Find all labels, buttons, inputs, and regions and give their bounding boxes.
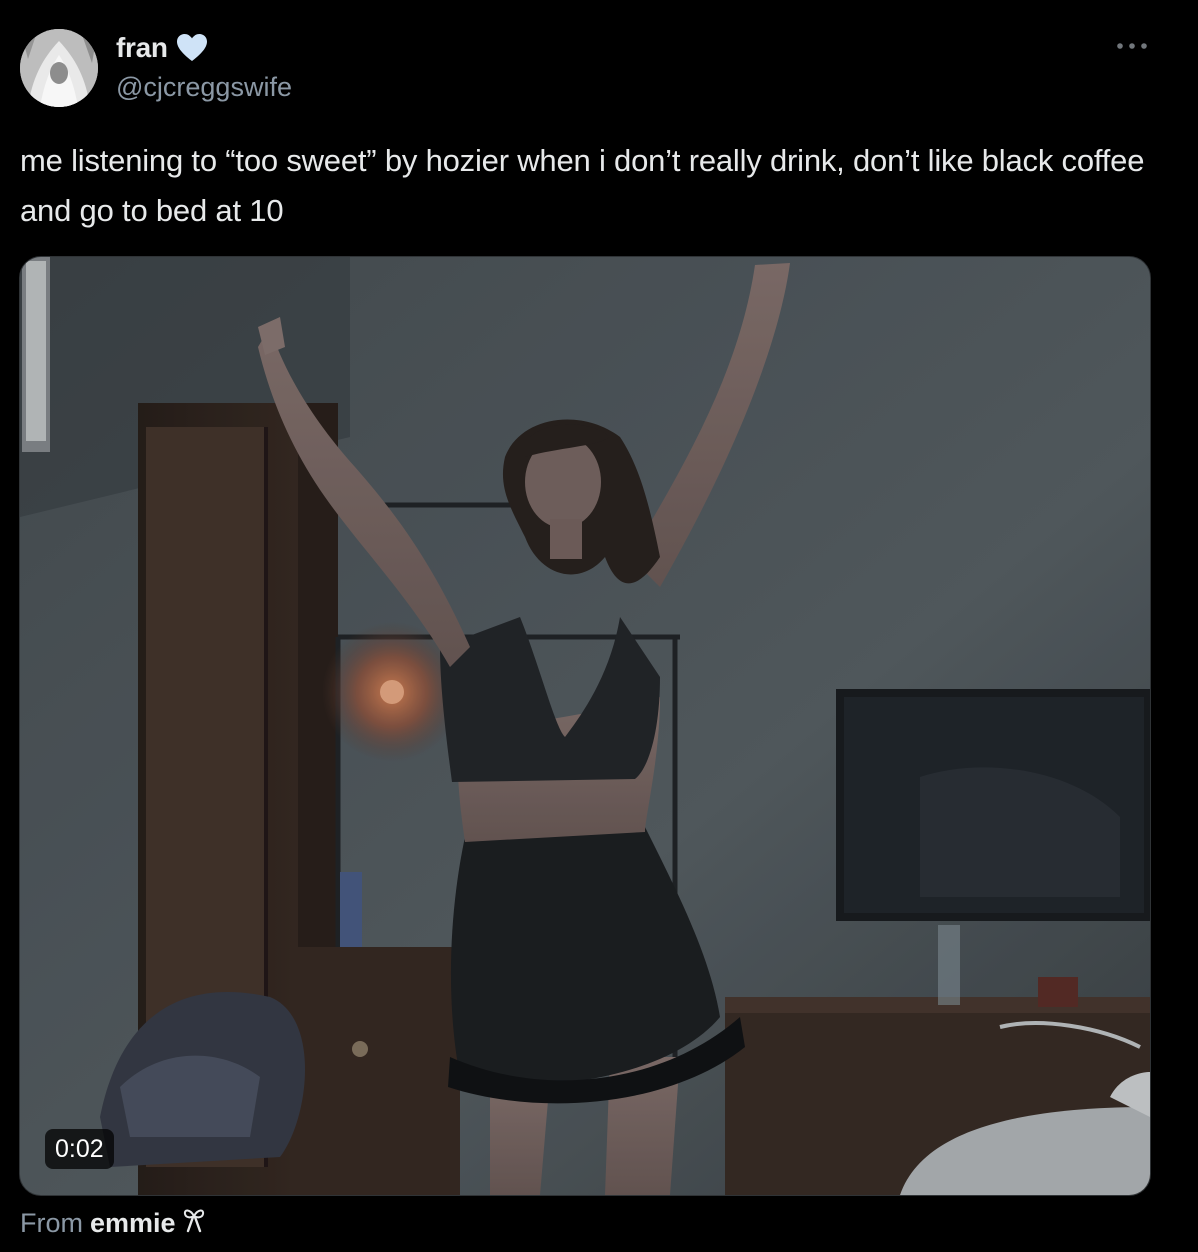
avatar-image — [20, 29, 98, 107]
attribution-prefix: From — [20, 1208, 83, 1238]
video-player[interactable] — [19, 256, 1151, 1196]
handle[interactable]: @cjcreggswife — [116, 72, 292, 103]
heart-icon — [176, 33, 208, 63]
more-dots-icon — [1117, 43, 1147, 49]
video-frame — [20, 257, 1150, 1195]
tweet-text: me listening to “too sweet” by hozier wh… — [20, 143, 1145, 228]
attribution-source-name[interactable]: emmie — [90, 1208, 176, 1239]
more-options-button[interactable] — [1112, 34, 1152, 58]
bow-icon — [183, 1207, 205, 1240]
video-duration-badge: 0:02 — [45, 1129, 114, 1169]
tweet: fran @cjcreggswife me listening to “too … — [0, 0, 1198, 1252]
avatar[interactable] — [20, 29, 98, 107]
source-attribution: From emmie — [20, 1207, 205, 1240]
display-name[interactable]: fran — [116, 32, 168, 64]
author-name-row: fran — [116, 31, 208, 65]
